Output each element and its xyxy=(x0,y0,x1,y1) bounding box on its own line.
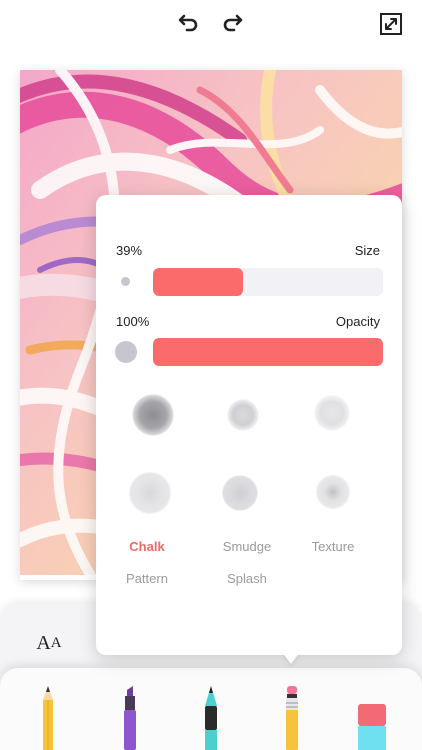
opacity-preview-dot xyxy=(115,341,137,363)
undo-button[interactable] xyxy=(176,10,202,34)
brush-preview-texture[interactable] xyxy=(314,395,350,431)
opacity-slider[interactable] xyxy=(153,338,383,366)
size-label: Size xyxy=(354,243,380,258)
expand-button[interactable] xyxy=(378,11,404,37)
undo-icon xyxy=(178,14,198,32)
brush-option-pattern[interactable]: Pattern xyxy=(107,571,187,586)
text-tab-letter-big: A xyxy=(36,631,51,654)
pencil-icon[interactable] xyxy=(37,684,59,750)
text-tool-tab[interactable]: AA xyxy=(20,618,78,668)
brush-preview-spray[interactable] xyxy=(315,474,351,510)
marker-icon[interactable] xyxy=(119,686,141,750)
size-preview-dot xyxy=(121,277,130,286)
opacity-label: Opacity xyxy=(335,314,380,329)
brush-preview-pattern[interactable] xyxy=(128,471,172,515)
brush-preview-splash[interactable] xyxy=(222,475,258,511)
expand-icon xyxy=(380,13,402,35)
brush-option-splash[interactable]: Splash xyxy=(207,571,287,586)
tools-tray xyxy=(0,668,422,750)
redo-button[interactable] xyxy=(219,10,245,34)
size-value: 39% xyxy=(116,243,143,258)
size-slider[interactable] xyxy=(153,268,383,296)
brush-option-chalk[interactable]: Chalk xyxy=(107,539,187,554)
eraser-icon[interactable] xyxy=(357,702,387,750)
brush-option-smudge[interactable]: Smudge xyxy=(207,539,287,554)
brush-settings-popover: 39% Size 100% Opacity Chalk Smudge Textu… xyxy=(96,195,402,655)
opacity-slider-fill xyxy=(153,338,383,366)
brush-preview-chalk[interactable] xyxy=(132,394,174,436)
size-slider-fill xyxy=(153,268,243,296)
pen-icon[interactable] xyxy=(200,684,222,750)
opacity-value: 100% xyxy=(116,314,150,329)
redo-icon xyxy=(223,14,243,32)
brush-option-texture[interactable]: Texture xyxy=(293,539,373,554)
top-toolbar xyxy=(0,0,422,48)
popover-pointer xyxy=(282,652,300,664)
brush-preview-smudge[interactable] xyxy=(227,399,259,431)
brush-pencil-icon[interactable] xyxy=(281,684,303,750)
text-tab-letter-small: A xyxy=(50,634,62,651)
